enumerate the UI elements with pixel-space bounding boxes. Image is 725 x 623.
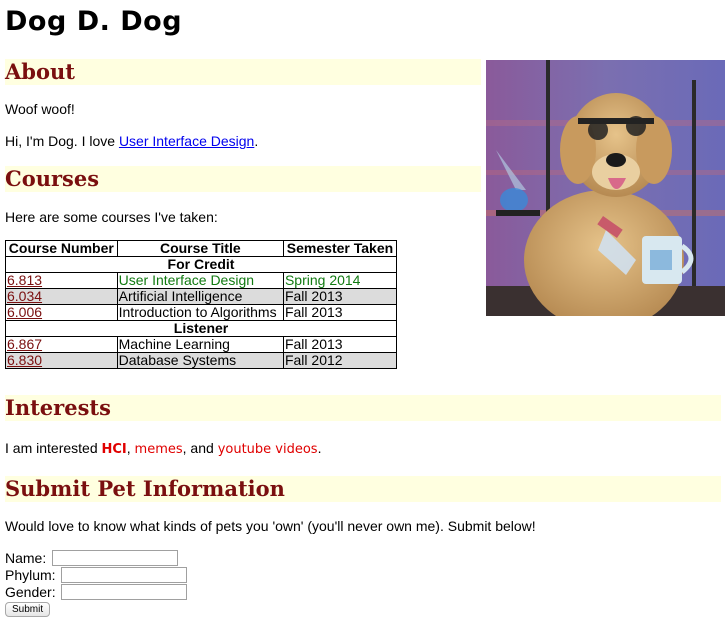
course-number-link[interactable]: 6.867 — [7, 336, 42, 352]
gender-label: Gender: — [5, 584, 56, 600]
column-header: Course Number — [5, 240, 118, 257]
table-row: 6.830 Database Systems Fall 2012 — [5, 352, 398, 369]
phylum-row: Phylum: — [5, 566, 205, 584]
course-number-link[interactable]: 6.006 — [7, 304, 42, 320]
table-row: 6.813 User Interface Design Spring 2014 — [5, 272, 398, 289]
interest-youtube-videos: youtube videos — [217, 442, 318, 457]
course-title-cell: Machine Learning — [116, 336, 284, 353]
table-row: 6.867 Machine Learning Fall 2013 — [5, 336, 398, 353]
submit-pet-heading: Submit Pet Information — [5, 476, 721, 502]
course-number-cell: 6.867 — [5, 336, 118, 353]
about-line2-suffix: . — [254, 133, 259, 149]
course-title-cell: Database Systems — [116, 352, 284, 369]
course-semester-cell: Fall 2013 — [282, 336, 398, 353]
course-semester-cell: Fall 2013 — [282, 304, 398, 321]
course-semester-cell: Spring 2014 — [282, 272, 398, 289]
phylum-label: Phylum: — [5, 567, 56, 583]
group-label: Listener — [5, 320, 397, 337]
submit-pet-intro: Would love to know what kinds of pets yo… — [5, 518, 536, 534]
interest-memes: memes — [134, 442, 183, 457]
interests-sep1: , — [126, 440, 135, 456]
course-number-link[interactable]: 6.813 — [7, 272, 42, 288]
course-number-cell: 6.830 — [5, 352, 118, 369]
interests-heading: Interests — [5, 395, 721, 421]
dog-photo — [486, 60, 725, 316]
group-label: For Credit — [5, 256, 397, 273]
about-line2-prefix: Hi, I'm Dog. I love — [5, 133, 119, 149]
column-header: Course Title — [116, 240, 284, 257]
courses-heading: Courses — [5, 166, 481, 192]
table-row: 6.006 Introduction to Algorithms Fall 20… — [5, 304, 398, 321]
scientist-dog-photo-icon — [486, 60, 725, 316]
column-header: Semester Taken — [282, 240, 398, 257]
interest-hci: HCI — [101, 442, 127, 457]
courses-intro: Here are some courses I've taken: — [5, 209, 218, 225]
interests-line: I am interested HCI, memes, and youtube … — [5, 440, 321, 457]
courses-table: Course Number Course Title Semester Take… — [5, 240, 398, 369]
course-semester-cell: Fall 2012 — [282, 352, 398, 369]
table-header-row: Course Number Course Title Semester Take… — [5, 240, 398, 257]
course-title-cell: User Interface Design — [116, 272, 284, 289]
course-title-cell: Introduction to Algorithms — [116, 304, 284, 321]
course-number-link[interactable]: 6.830 — [7, 352, 42, 368]
interests-sep2: , and — [182, 440, 218, 456]
group-row: For Credit — [5, 256, 397, 273]
group-row: Listener — [5, 320, 397, 337]
name-label: Name: — [5, 550, 47, 566]
about-heading: About — [5, 59, 481, 85]
course-number-cell: 6.034 — [5, 288, 118, 305]
name-field[interactable] — [52, 550, 178, 566]
course-number-cell: 6.813 — [5, 272, 118, 289]
course-title-cell: Artificial Intelligence — [116, 288, 284, 305]
phylum-field[interactable] — [61, 567, 187, 583]
user-interface-design-link[interactable]: User Interface Design — [119, 133, 254, 149]
about-line1: Woof woof! — [5, 101, 75, 117]
course-number-link[interactable]: 6.034 — [7, 288, 42, 304]
course-number-cell: 6.006 — [5, 304, 118, 321]
course-semester-cell: Fall 2013 — [282, 288, 398, 305]
name-row: Name: — [5, 549, 205, 567]
page-title: Dog D. Dog — [5, 6, 183, 37]
gender-row: Gender: — [5, 583, 205, 601]
interests-suffix: . — [317, 440, 322, 456]
about-line2: Hi, I'm Dog. I love User Interface Desig… — [5, 133, 258, 149]
table-row: 6.034 Artificial Intelligence Fall 2013 — [5, 288, 398, 305]
gender-field[interactable] — [61, 584, 187, 600]
interests-prefix: I am interested — [5, 440, 102, 456]
submit-button[interactable]: Submit — [5, 602, 51, 617]
